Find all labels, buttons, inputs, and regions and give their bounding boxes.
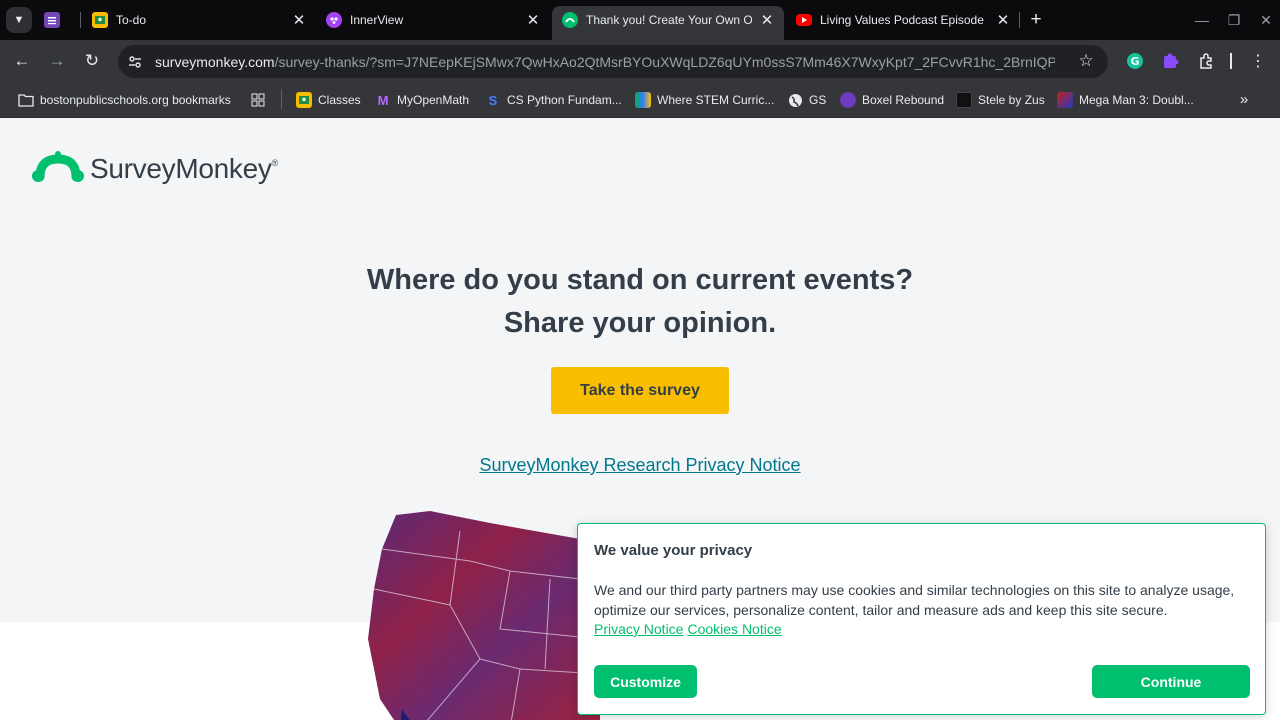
arrow-right-icon: → (48, 51, 66, 70)
restore-icon: ❐ (1227, 11, 1241, 28)
tab-forms[interactable] (44, 6, 74, 34)
close-tab-icon[interactable]: ✕ (994, 11, 1012, 29)
tab-separator (1019, 12, 1020, 28)
take-survey-button[interactable]: Take the survey (551, 367, 729, 414)
stem-icon (635, 92, 651, 108)
cookies-notice-link[interactable]: Cookies Notice (687, 621, 781, 637)
tab-separator (80, 12, 81, 28)
classroom-icon (296, 92, 312, 108)
tab-youtube[interactable]: Living Values Podcast Episode ✕ (796, 6, 1012, 34)
chevron-down-icon: ▼ (13, 14, 25, 26)
cookie-banner-body: We and our third party partners may use … (594, 582, 1235, 618)
continue-button[interactable]: Continue (1092, 665, 1250, 698)
close-tab-icon[interactable]: ✕ (290, 11, 308, 29)
tab-todo[interactable]: To-do ✕ (92, 6, 308, 34)
forward-button[interactable]: → (45, 49, 69, 73)
arrow-left-icon: ← (13, 51, 31, 70)
close-window-button[interactable]: ✕ (1254, 8, 1278, 32)
new-tab-button[interactable]: + (1026, 9, 1046, 30)
apps-grid-button[interactable] (250, 89, 272, 111)
bookmark-classes[interactable]: Classes (296, 89, 361, 111)
customize-button[interactable]: Customize (594, 665, 697, 698)
minimize-icon: — (1195, 12, 1209, 28)
address-bar[interactable]: surveymonkey.com/survey-thanks/?sm=J7NEe… (118, 45, 1108, 78)
url-text[interactable]: surveymonkey.com/survey-thanks/?sm=J7NEe… (155, 54, 1055, 70)
research-privacy-notice-link[interactable]: SurveyMonkey Research Privacy Notice (0, 455, 1280, 476)
reload-icon: ↻ (84, 51, 100, 70)
extension-puzzle-purple-icon[interactable] (1160, 50, 1182, 72)
megaman-icon (1057, 92, 1073, 108)
bookmark-star-icon[interactable]: ☆ (1076, 51, 1096, 71)
tab-strip: ▼ To-do ✕ InnerView ✕ Thank you! Create … (0, 0, 1280, 40)
classroom-icon (92, 12, 108, 28)
bookmark-stele[interactable]: Stele by Zus (956, 89, 1045, 111)
restore-button[interactable]: ❐ (1222, 8, 1246, 32)
bookmark-cs-python[interactable]: S CS Python Fundam... (485, 89, 622, 111)
page-headline: Where do you stand on current events? Sh… (366, 264, 914, 339)
double-chevron-right-icon: » (1239, 90, 1249, 108)
youtube-icon (796, 14, 812, 26)
bookmarks-bar: bostonpublicschools.org bookmarks Classe… (0, 82, 1280, 118)
surveymonkey-logo-icon (32, 151, 84, 182)
cookie-consent-banner: We value your privacy We and our third p… (577, 523, 1266, 715)
browser-toolbar: ← → ↻ surveymonkey.com/survey-thanks/?sm… (0, 40, 1280, 82)
reload-button[interactable]: ↻ (80, 49, 104, 73)
more-bookmarks-button[interactable]: » (1234, 89, 1254, 109)
close-tab-icon[interactable]: ✕ (758, 11, 776, 29)
bookmark-megaman[interactable]: Mega Man 3: Doubl... (1057, 89, 1194, 111)
codehs-icon: S (488, 92, 498, 108)
bookmark-folder-bps[interactable]: bostonpublicschools.org bookmarks (18, 89, 231, 111)
forms-icon (44, 12, 60, 28)
stele-icon (956, 92, 972, 108)
back-button[interactable]: ← (10, 49, 34, 73)
toolbar-divider (1230, 53, 1232, 69)
menu-button[interactable]: ⋮ (1247, 50, 1269, 72)
myopenmath-icon: M (377, 92, 389, 108)
cookie-banner-title: We value your privacy (594, 542, 753, 559)
plus-icon: + (1030, 9, 1042, 30)
svg-text:G: G (1130, 55, 1139, 68)
bookmark-gs[interactable]: GS (787, 89, 826, 111)
innerview-icon (326, 12, 342, 28)
bookmark-myopenmath[interactable]: M MyOpenMath (375, 89, 469, 111)
tab-innerview[interactable]: InnerView ✕ (326, 6, 542, 34)
surveymonkey-logo[interactable]: SurveyMonkey ® (32, 151, 278, 187)
close-icon: ✕ (1260, 11, 1272, 28)
extensions-icon[interactable] (1195, 50, 1217, 72)
site-info-icon[interactable] (123, 50, 147, 74)
minimize-button[interactable]: — (1190, 8, 1214, 32)
bookmark-separator (281, 89, 282, 109)
globe-icon (787, 92, 803, 108)
close-tab-icon[interactable]: ✕ (524, 11, 542, 29)
privacy-notice-link[interactable]: Privacy Notice (594, 621, 683, 637)
apps-grid-icon (250, 92, 266, 108)
boxel-icon (840, 92, 856, 108)
cookie-banner-links: Privacy Notice Cookies Notice (594, 619, 786, 639)
surveymonkey-icon (562, 12, 578, 28)
more-vert-icon: ⋮ (1250, 53, 1266, 70)
bookmark-stem[interactable]: Where STEM Curric... (635, 89, 774, 111)
grammarly-extension-icon[interactable]: G (1124, 50, 1146, 72)
tab-search-button[interactable]: ▼ (6, 7, 32, 33)
tab-surveymonkey[interactable]: Thank you! Create Your Own Or ✕ (552, 6, 784, 40)
bookmark-boxel-rebound[interactable]: Boxel Rebound (840, 89, 944, 111)
folder-icon (18, 92, 34, 108)
